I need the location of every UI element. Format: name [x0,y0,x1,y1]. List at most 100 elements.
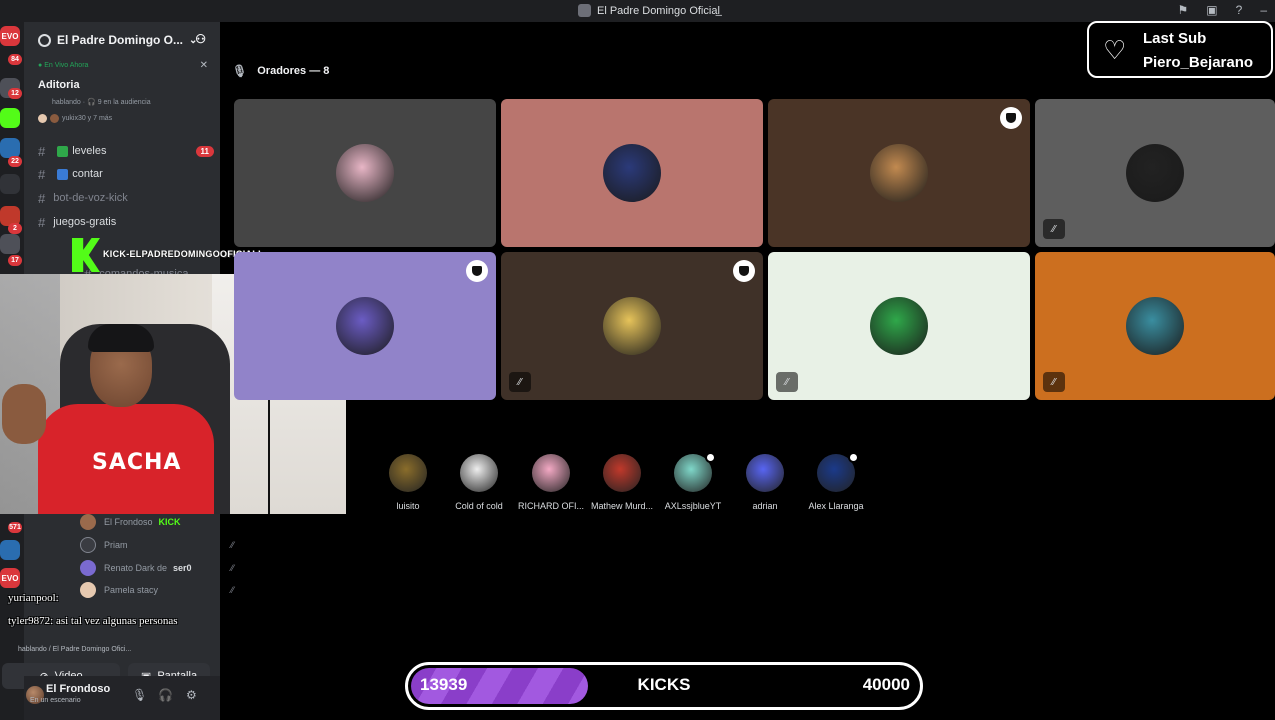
gear-icon[interactable]: ⚙ [186,688,197,702]
avatar [80,514,96,530]
moderator-badge-icon [848,452,859,463]
member-tag: ser0 [173,563,192,573]
speaker-tile[interactable]: ⁄⁄ [1035,252,1275,400]
stage-users-text: yukix30 y 7 más [62,115,113,122]
server-badge: 571 [8,522,22,533]
channel-juegos-gratis[interactable]: # juegos-gratis [38,211,218,233]
avatar [50,114,59,123]
mic-muted-icon: ⁄⁄ [1043,372,1065,392]
stage-subtitle: hablando · 🎧 9 en la audiencia [52,99,151,106]
moderator-shield-icon [1000,107,1022,129]
audience-name: RICHARD OFI... [517,501,584,511]
avatar [80,582,96,598]
avatar [460,454,498,492]
window-title: El Padre Domingo Oficial̲ [578,4,720,17]
member-name: El Frondoso [104,517,153,527]
server-item[interactable] [0,234,20,254]
channel-name: leveles [72,145,107,157]
speaker-tile[interactable]: ⁄⁄ [501,252,763,400]
speaker-avatar [870,297,928,355]
heart-icon: ♡ [1103,35,1127,65]
moderator-badge-icon [705,452,716,463]
stage-title[interactable]: Aditoria [38,79,80,91]
audience-name: AXLssjblueYT [664,501,722,511]
audience-name: luisito [396,501,420,511]
flag-icon[interactable]: ⚑ [1178,3,1189,17]
mic-muted-icon: ⁄⁄ [230,585,234,595]
speaker-tile[interactable] [768,99,1030,247]
speakers-header-text: Oradores — 8 [257,65,330,77]
server-item[interactable] [0,540,20,560]
speaker-tile[interactable]: ⁄⁄ [768,252,1030,400]
speaker-tile[interactable] [501,99,763,247]
avatar [38,114,47,123]
member-item[interactable]: Priam ⁄⁄ [80,535,240,555]
server-item[interactable] [0,138,20,158]
avatar [817,452,859,492]
member-name: Pamela stacy [104,585,159,595]
speaker-tile[interactable] [234,252,496,400]
member-tag: KICK [158,517,181,527]
title-bar: El Padre Domingo Oficial̲ ⚑ ▣ ? – [0,0,1275,22]
channel-contar[interactable]: # contar [38,163,218,185]
member-item[interactable]: Pamela stacy ⁄⁄ [80,580,240,600]
channel-leveles[interactable]: # leveles 11 [38,140,218,162]
server-icon [578,4,591,17]
member-item[interactable]: El Frondoso KICK [80,512,240,532]
last-sub-user: Piero_Bejarano [1143,54,1254,71]
headphones-icon[interactable]: 🎧 [158,688,173,702]
avatar [532,454,570,492]
audience-member[interactable]: luisito [372,454,444,511]
audience-name: Cold of cold [455,501,503,511]
speaker-avatar [1126,144,1184,202]
title-bar-icons: ⚑ ▣ ? – [1178,3,1267,17]
audience-member[interactable]: Alex Llaranga [800,452,872,511]
last-sub-title: Last Sub [1143,30,1207,47]
speakers-header: 🎙 Oradores — 8 [232,64,329,78]
mention-badge: 11 [195,145,214,157]
audience-member[interactable]: RICHARD OFI... [515,454,587,511]
chat-overlay-line: tyler9872: asi tal vez algunas personas [8,615,178,627]
kicks-goal-bar: 13939 KICKS 40000 [405,662,923,710]
audience-name: Mathew Murd... [590,501,654,511]
member-item[interactable]: Renato Dark de ser0 ⁄⁄ [80,558,240,578]
audience-member[interactable]: AXLssjblueYT [657,452,729,511]
audience-member[interactable]: adrian [729,454,801,511]
speaker-avatar [1126,297,1184,355]
speaker-avatar [603,144,661,202]
speaker-avatar [336,144,394,202]
live-now-label: ● En Vivo Ahora [38,62,89,69]
speaker-avatar [336,297,394,355]
user-status: En un escenario [30,697,81,704]
microphone-icon[interactable]: 🎙 [132,688,147,702]
speaker-tile[interactable]: ⁄⁄ [1035,99,1275,247]
inbox-icon[interactable]: ▣ [1206,3,1217,17]
stage-users: yukix30 y 7 más [38,114,112,123]
close-icon[interactable]: ✕ [200,60,208,71]
server-header[interactable]: El Padre Domingo O... ⌄ ⚇ [24,22,220,58]
server-item[interactable]: EVO [0,26,20,46]
audience-member[interactable]: Cold of cold [443,454,515,511]
add-user-icon[interactable]: ⚇ [195,32,206,46]
webcam-hair [88,324,154,352]
avatar [389,454,427,492]
hash-icon: # [38,190,46,206]
mic-muted-icon: ⁄⁄ [230,563,234,573]
goal-target: 40000 [862,675,910,694]
minimize-icon[interactable]: – [1260,3,1267,17]
channel-bot-de-voz-kick[interactable]: # bot-de-voz-kick [38,187,218,209]
avatar [80,537,96,553]
channel-name: bot-de-voz-kick [53,192,128,204]
voice-status: hablando / El Padre Domingo Ofici... [18,646,132,653]
avatar [80,560,96,576]
hash-icon: # [38,214,46,230]
server-item[interactable] [0,174,20,194]
speaker-avatar [603,297,661,355]
member-name: Priam [104,540,128,550]
speaker-tile[interactable] [234,99,496,247]
audience-member[interactable]: Mathew Murd... [586,454,658,511]
kick-server-icon[interactable] [0,108,20,128]
server-badge: 12 [8,88,22,99]
help-icon[interactable]: ? [1236,3,1243,17]
server-item[interactable]: EVO [0,568,20,588]
